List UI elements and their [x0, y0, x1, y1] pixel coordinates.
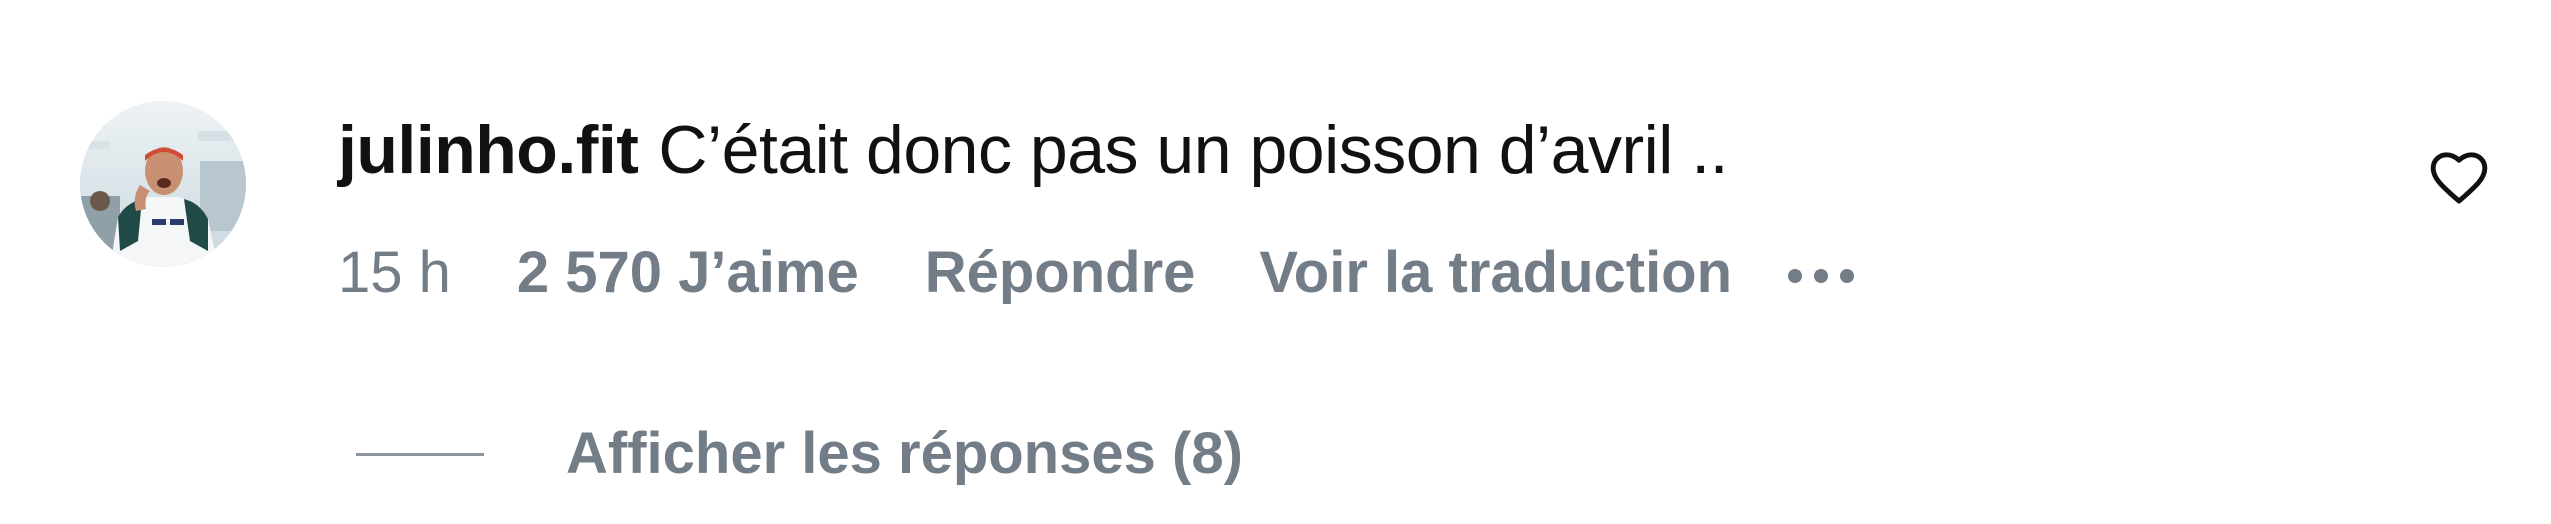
avatar[interactable] [80, 101, 246, 267]
view-replies-row: Afficher les réponses (8) [356, 414, 1243, 494]
comment-likes-count[interactable]: 2 570 J’aime [517, 236, 859, 310]
dot-icon [1840, 269, 1855, 283]
dot-icon [1788, 269, 1803, 283]
reply-button[interactable]: Répondre [925, 236, 1196, 310]
heart-icon[interactable] [2428, 148, 2490, 206]
view-replies-button[interactable]: Afficher les réponses (8) [566, 414, 1243, 494]
replies-divider [356, 452, 484, 456]
comment-username[interactable]: julinho.fit [338, 112, 639, 188]
see-translation-button[interactable]: Voir la traduction [1259, 236, 1732, 310]
comment-actions: 15 h 2 570 J’aime Répondre Voir la tradu… [338, 236, 1855, 310]
comment-line: julinho.fit C’était donc pas un poisson d… [338, 110, 1729, 190]
comment-timestamp: 15 h [338, 240, 451, 305]
comment-text: C’était donc pas un poisson d’avril .. [658, 112, 1729, 188]
profile-photo [80, 101, 246, 267]
more-options-icon[interactable] [1788, 250, 1855, 296]
dot-icon [1814, 269, 1829, 283]
